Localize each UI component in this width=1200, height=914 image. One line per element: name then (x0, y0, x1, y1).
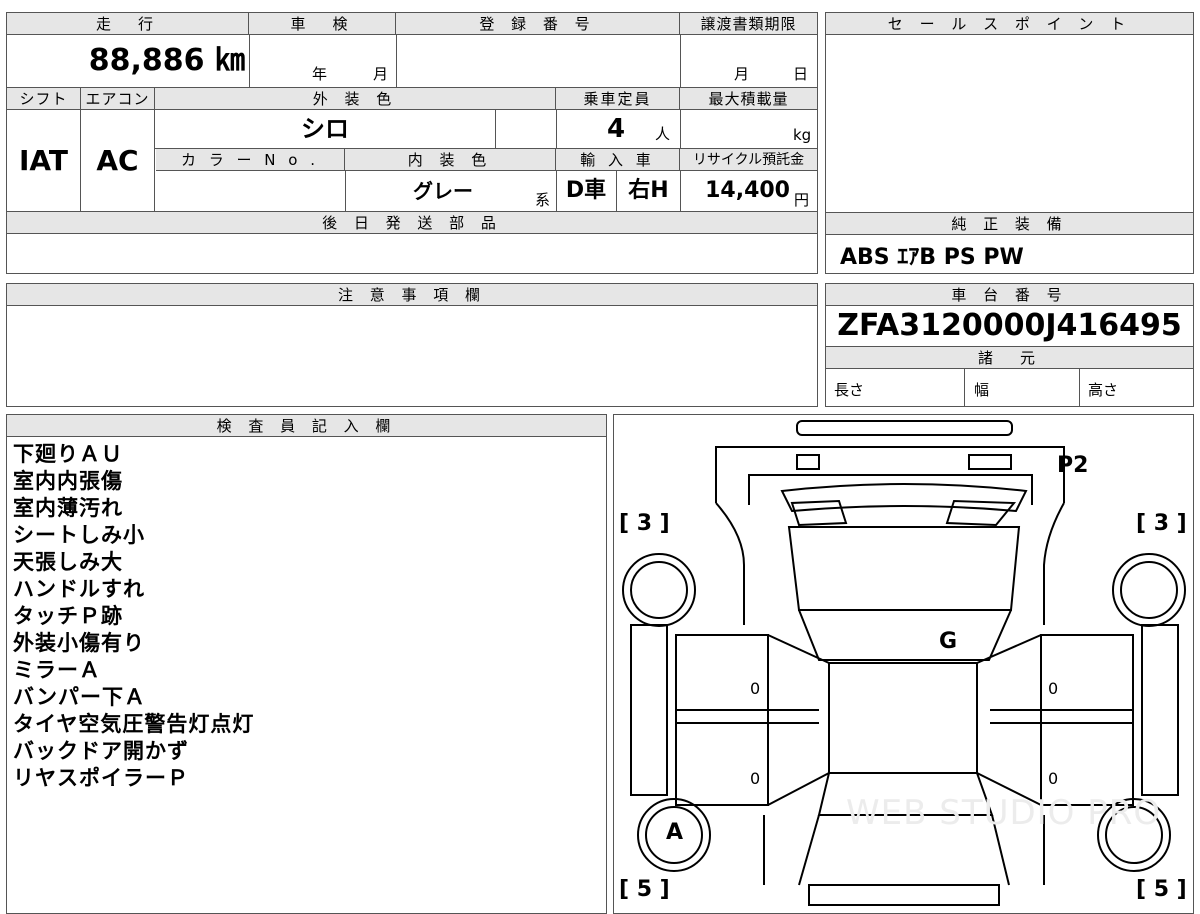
windshield-outline (780, 483, 1028, 513)
remark-line: シートしみ小 (13, 523, 145, 547)
car-damage-diagram: WEB STUDIO PRO P2 G A [ 3 ] [ 3 ] [ 5 ] … (613, 414, 1194, 914)
import-label: 輸 入 車 (556, 149, 680, 171)
capacity-label: 乗車定員 (556, 88, 680, 110)
inspection-label: 車 検 (249, 13, 396, 35)
remark-line: タイヤ空気圧警告灯点灯 (13, 712, 255, 736)
roof-panel (828, 662, 978, 774)
remark-line: ハンドルすれ (13, 577, 145, 601)
front-right-wheel (1112, 553, 1186, 627)
exterior-color-value: シロ (301, 115, 349, 143)
specs-label: 諸 元 (826, 347, 1193, 369)
later-parts-label: 後 日 発 送 部 品 (7, 212, 817, 234)
aircon-label: エアコン (81, 88, 155, 110)
recycle-value: 14,400 (705, 178, 790, 203)
max-load-label: 最大積載量 (680, 88, 817, 110)
watermark: WEB STUDIO PRO (846, 793, 1162, 833)
sales-point-box: セ ー ル ス ポ イ ン ト (825, 12, 1194, 213)
remark-line: ミラーＡ (13, 658, 101, 682)
front-bumper-shape (796, 420, 1013, 436)
door-mark: 0 (750, 769, 761, 788)
mark-p2: P2 (1057, 453, 1089, 478)
remark-line: バックドア開かず (13, 739, 189, 763)
chassis-box: 車 台 番 号 ZFA3120000J416495 諸 元 長さ 幅 高さ (825, 283, 1194, 407)
height-label: 高さ (1088, 381, 1119, 399)
mileage-value: 88,886 ㎞ (88, 43, 245, 78)
mileage-label: 走 行 (7, 13, 249, 35)
remark-line: バンパー下Ａ (13, 685, 147, 709)
exterior-color-label: 外 装 色 (155, 88, 556, 110)
caution-box: 注 意 事 項 欄 (6, 283, 818, 407)
remark-line: 天張しみ大 (13, 550, 123, 574)
sales-point-label: セ ー ル ス ポ イ ン ト (826, 13, 1193, 35)
recycle-label: リサイクル預託金 (680, 149, 817, 171)
genuine-equipment-value: ABS ｴｱB PS PW (840, 245, 1024, 270)
left-rear-door (675, 722, 769, 806)
width-label: 幅 (974, 381, 990, 399)
rear-bumper-shape (808, 884, 1000, 906)
import-handle-value: 右H (628, 178, 669, 203)
tread-front-left: [ 3 ] (619, 511, 670, 536)
car-outline-svg (622, 420, 1186, 906)
chassis-number: ZFA3120000J416495 (837, 308, 1182, 343)
tread-front-right: [ 3 ] (1136, 511, 1187, 536)
inspector-remarks-list: 下廻りＡＵ 室内内張傷 室内薄汚れ シートしみ小 天張しみ大 ハンドルすれ タッ… (13, 441, 254, 792)
remark-line: 室内内張傷 (13, 469, 123, 493)
vehicle-info-table: 走 行 車 検 登 録 番 号 譲渡書類期限 88,886 ㎞ 年 月 月 日 … (6, 12, 818, 274)
shift-value: IAT (7, 110, 81, 211)
shift-label: シフト (7, 88, 81, 110)
remark-line: 外装小傷有り (13, 631, 145, 655)
interior-color-label: 内 装 色 (345, 149, 556, 171)
mark-a: A (666, 820, 684, 845)
tread-rear-right: [ 5 ] (1136, 877, 1187, 902)
door-mark: 0 (1048, 769, 1059, 788)
door-mark: 0 (1048, 679, 1059, 698)
front-left-wheel (622, 553, 696, 627)
transfer-day-unit: 日 (793, 65, 809, 83)
inspector-box: 検 査 員 記 入 欄 下廻りＡＵ 室内内張傷 室内薄汚れ シートしみ小 天張し… (6, 414, 607, 914)
remark-line: リヤスポイラーＰ (13, 766, 189, 790)
capacity-unit: 人 (655, 125, 671, 143)
recycle-unit: 円 (794, 191, 810, 209)
registration-label: 登 録 番 号 (396, 13, 680, 35)
remark-line: 下廻りＡＵ (13, 442, 123, 466)
body-right-side (1043, 502, 1065, 625)
interior-color-value: グレー (413, 179, 473, 203)
inspection-month-unit: 月 (373, 65, 389, 83)
remark-line: タッチＰ跡 (13, 604, 123, 628)
genuine-equipment-label: 純 正 装 備 (826, 213, 1193, 235)
interior-color-suffix: 系 (535, 191, 551, 209)
transfer-deadline-label: 譲渡書類期限 (680, 13, 817, 35)
remark-line: 室内薄汚れ (13, 496, 123, 520)
mark-g: G (939, 629, 958, 654)
inspection-year-unit: 年 (312, 65, 328, 83)
caution-label: 注 意 事 項 欄 (7, 284, 817, 306)
tread-rear-left: [ 5 ] (619, 877, 670, 902)
inspector-label: 検 査 員 記 入 欄 (7, 415, 606, 437)
transfer-month-unit: 月 (734, 65, 750, 83)
import-drive-value: D車 (556, 171, 617, 211)
body-left-side (715, 502, 745, 625)
door-mark: 0 (750, 679, 761, 698)
max-load-unit: kg (793, 126, 812, 144)
color-no-label: カ ラ ー N o . (156, 149, 345, 171)
capacity-value: 4 (607, 114, 626, 144)
genuine-equipment-box: 純 正 装 備 ABS ｴｱB PS PW (825, 212, 1194, 274)
aircon-value: AC (81, 110, 155, 211)
chassis-label: 車 台 番 号 (826, 284, 1193, 306)
length-label: 長さ (834, 381, 865, 399)
